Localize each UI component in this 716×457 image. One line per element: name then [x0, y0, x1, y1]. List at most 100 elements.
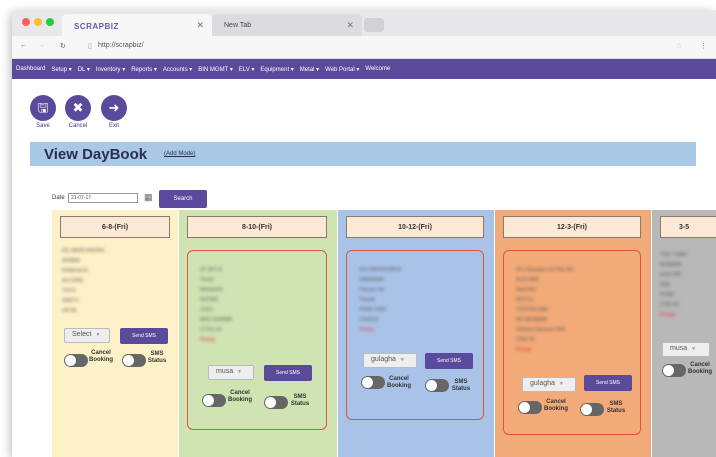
- sms-status-label: SMS Status: [290, 394, 310, 407]
- select-value: musa: [216, 368, 234, 375]
- cancel-booking-toggle[interactable]: [202, 394, 226, 407]
- save-label: Save: [36, 123, 50, 129]
- booking-card[interactable]: ZF SKT-A Thach Mohamed HOTMS 1CEC MOC ASHIMA 2…: [187, 250, 327, 430]
- reload-icon[interactable]: ↻: [60, 42, 66, 50]
- chevron-down-icon: ▼: [691, 346, 697, 352]
- sms-status-toggle[interactable]: [425, 379, 449, 392]
- maximize-window-button[interactable]: [46, 18, 54, 26]
- send-sms-button[interactable]: Send SMS: [425, 353, 473, 369]
- select-value: gulagha: [371, 356, 396, 363]
- sms-status-toggle[interactable]: [264, 396, 288, 409]
- cancel-button[interactable]: ✖ Cancel: [64, 95, 92, 129]
- menu-item-elv[interactable]: ELV ▾: [239, 66, 255, 73]
- timeslot-column: 8-10-(Fri) ZF SKT-A Thach Mohamed HOTMS 1CEC…: [179, 210, 337, 457]
- menu-item-bin-mgmt[interactable]: BIN MGMT ▾: [198, 66, 233, 73]
- page-title-bar: View DayBook (Add Mode): [30, 142, 696, 166]
- chevron-down-icon: ▼: [558, 381, 564, 387]
- cancel-icon: ✖: [65, 95, 91, 121]
- send-sms-button[interactable]: Send SMS: [584, 375, 632, 391]
- column-header: 12-3-(Fri): [503, 216, 641, 238]
- address-bar: ← → ↻ ▯ http://scrapbiz/ ☆ ⋮: [12, 36, 716, 59]
- menu-item-metal[interactable]: Metal ▾: [300, 66, 319, 73]
- cancel-booking-toggle[interactable]: [361, 376, 385, 389]
- close-tab-icon[interactable]: ✕: [196, 20, 204, 31]
- close-window-button[interactable]: [22, 18, 30, 26]
- cancel-booking-label: Cancel Booking: [228, 390, 252, 403]
- page-title: View DayBook: [44, 146, 148, 163]
- column-header: 3-5: [660, 216, 716, 238]
- page-icon: ▯: [88, 43, 92, 50]
- menu-item-dl[interactable]: DL ▾: [78, 66, 90, 73]
- sms-status-label: SMS Status: [147, 351, 167, 364]
- cancel-booking-label: Cancel Booking: [544, 399, 568, 412]
- booking-details: ZFJ Hunugan UIJ Rar NG ALIS HNE Raul Mol HO…: [516, 267, 574, 353]
- save-icon: 🖫: [30, 95, 56, 121]
- menu-item-accounts[interactable]: Accounts ▾: [163, 66, 192, 73]
- date-label: Date: [52, 195, 65, 201]
- driver-select[interactable]: gulagha ▼: [363, 353, 417, 368]
- booking-details: TUE 7 MAH NOMARK ALIS HAT NSE FORD 2708 SE Pic…: [660, 252, 687, 318]
- column-header: 6-8-(Fri): [60, 216, 170, 238]
- exit-label: Exit: [108, 123, 119, 129]
- cancel-booking-label: Cancel Booking: [688, 362, 712, 375]
- menu-item-setup[interactable]: Setup ▾: [51, 66, 71, 73]
- cancel-booking-toggle[interactable]: [64, 354, 88, 367]
- menu-item-dashboard[interactable]: Dashboard: [16, 66, 45, 72]
- tab-new-tab[interactable]: New Tab ✕: [212, 14, 362, 36]
- driver-select[interactable]: musa ▼: [662, 342, 710, 357]
- column-header: 10-12-(Fri): [346, 216, 484, 238]
- booking-details: ZKS ABHAHORUS SABARAM Hassaa Tac Tolurak FOR…: [359, 267, 402, 333]
- search-button[interactable]: Search: [159, 190, 207, 208]
- cancel-label: Cancel: [68, 123, 88, 129]
- menu-item-inventory[interactable]: Inventory ▾: [96, 66, 125, 73]
- booking-card[interactable]: ZKS ABHAHORUS SABARAM Hassaa Tac Tolurak FOR…: [346, 250, 484, 420]
- close-tab-icon[interactable]: ✕: [346, 20, 354, 31]
- booking-details: DIL 08325 RAZIAS AHMAD KHAN ALIS ACCORD TOYS…: [62, 248, 105, 314]
- tab-label: SCRAPBIZ: [74, 22, 119, 31]
- cancel-booking-label: Cancel Booking: [387, 376, 411, 389]
- sms-status-label: SMS Status: [451, 379, 471, 392]
- driver-select[interactable]: gulagha ▼: [522, 377, 576, 392]
- select-value: musa: [670, 345, 688, 352]
- menu-item-equipment[interactable]: Equipment ▾: [260, 66, 293, 73]
- back-icon[interactable]: ←: [20, 42, 27, 49]
- sms-status-toggle[interactable]: [122, 354, 146, 367]
- date-input[interactable]: 21-07-17: [68, 193, 138, 203]
- column-header: 8-10-(Fri): [187, 216, 327, 238]
- save-button[interactable]: 🖫 Save: [29, 95, 57, 129]
- main-menu: Dashboard Setup ▾ DL ▾ Inventory ▾ Repor…: [12, 59, 716, 79]
- forward-icon[interactable]: →: [38, 42, 45, 49]
- minimize-window-button[interactable]: [34, 18, 42, 26]
- tab-scrapbiz[interactable]: SCRAPBIZ ✕: [62, 14, 212, 36]
- browser-menu-icon[interactable]: ⋮: [700, 42, 707, 50]
- calendar-icon[interactable]: ▦: [144, 192, 153, 203]
- cancel-booking-toggle[interactable]: [662, 364, 686, 377]
- chevron-down-icon: ▼: [95, 332, 101, 338]
- cancel-booking-label: Cancel Booking: [89, 350, 113, 363]
- bookmark-star-icon[interactable]: ☆: [676, 42, 682, 50]
- driver-select[interactable]: musa ▼: [208, 365, 254, 380]
- sms-status-label: SMS Status: [606, 401, 626, 414]
- url-input[interactable]: http://scrapbiz/: [98, 42, 144, 49]
- select-value: gulagha: [530, 380, 555, 387]
- select-value: Select: [72, 331, 92, 338]
- menu-item-reports[interactable]: Reports ▾: [131, 66, 157, 73]
- chevron-down-icon: ▼: [399, 357, 405, 363]
- timeslot-column: 12-3-(Fri) ZFJ Hunugan UIJ Rar NG ALIS HN…: [495, 210, 651, 457]
- send-sms-button[interactable]: Send SMS: [120, 328, 168, 344]
- exit-button[interactable]: ➜ Exit: [100, 95, 128, 129]
- cancel-booking-toggle[interactable]: [518, 401, 542, 414]
- sms-status-toggle[interactable]: [580, 403, 604, 416]
- booking-card[interactable]: ZFJ Hunugan UIJ Rar NG ALIS HNE Raul Mol HO…: [503, 250, 641, 435]
- send-sms-button[interactable]: Send SMS: [264, 365, 312, 381]
- driver-select[interactable]: Select ▼: [64, 328, 110, 343]
- booking-details: ZF SKT-A Thach Mohamed HOTMS 1CEC MOC ASHIMA 2…: [200, 267, 232, 343]
- chevron-down-icon: ▼: [237, 369, 243, 375]
- tab-label: New Tab: [224, 22, 252, 29]
- new-tab-button[interactable]: [364, 18, 384, 32]
- timeslot-column: 6-8-(Fri) DIL 08325 RAZIAS AHMAD KHAN ALIS…: [52, 210, 178, 457]
- add-mode-link[interactable]: (Add Mode): [164, 151, 195, 157]
- menu-item-welcome[interactable]: Welcome: [365, 66, 390, 72]
- tab-bar: SCRAPBIZ ✕ New Tab ✕: [12, 10, 716, 36]
- menu-item-web-portal[interactable]: Web Portal ▾: [325, 66, 359, 73]
